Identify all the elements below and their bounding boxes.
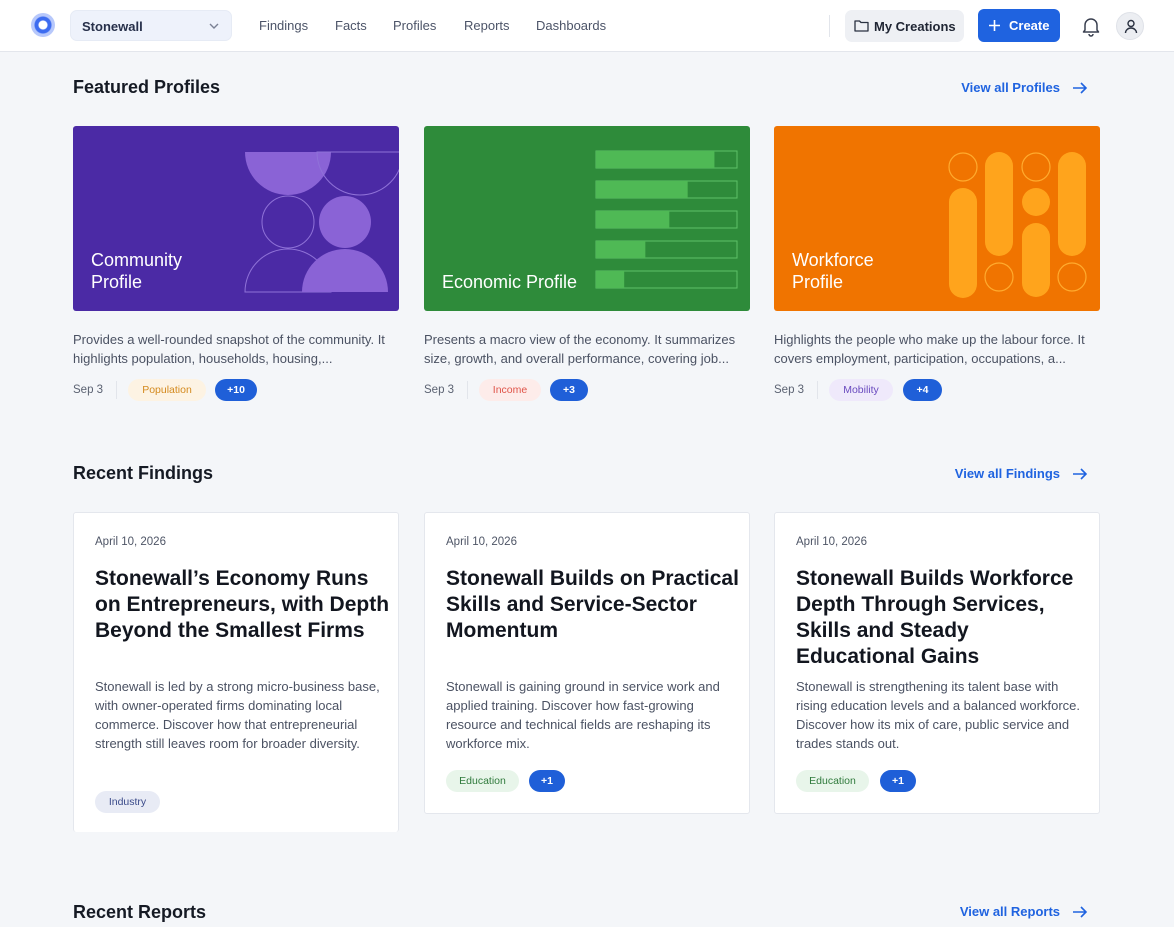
chevron-down-icon <box>209 23 219 29</box>
tag-count-badge[interactable]: +10 <box>215 379 257 401</box>
recent-findings-heading: Recent Findings <box>73 463 214 483</box>
workforce-profile-meta: Sep 3 Mobility +4 <box>774 379 1100 401</box>
tag-count-badge[interactable]: +1 <box>880 770 916 792</box>
arrow-right-icon <box>1073 81 1088 94</box>
tag-count-badge[interactable]: +3 <box>550 379 588 401</box>
finding-body: Stonewall is gaining ground in service w… <box>446 679 720 751</box>
profile-date: Sep 3 <box>424 384 455 396</box>
profile-card-economic[interactable]: Economic Profile Presents a macro view o… <box>424 126 750 401</box>
top-navigation-bar: Stonewall Findings Facts Profiles Report… <box>0 0 1174 52</box>
user-avatar[interactable] <box>1116 12 1144 40</box>
profile-card-community[interactable]: Community Profile Provides a well-rounde… <box>73 126 399 401</box>
create-button[interactable]: Create <box>978 9 1060 42</box>
featured-profiles-heading: Featured Profiles <box>73 77 221 97</box>
my-creations-label: My Creations <box>874 19 956 34</box>
economic-profile-title: Economic Profile <box>442 272 578 292</box>
finding-date: April 10, 2026 <box>446 536 517 548</box>
finding-title: Stonewall’s Economy Runs on Entrepreneur… <box>95 567 390 642</box>
economic-bar-fill <box>596 271 625 288</box>
nav-dashboards[interactable]: Dashboards <box>536 18 606 33</box>
finding-card[interactable]: April 10, 2026 Stonewall Builds on Pract… <box>424 512 750 814</box>
view-all-findings-link[interactable]: View all Findings <box>955 466 1088 481</box>
finding-card[interactable]: April 10, 2026 Stonewall’s Economy Runs … <box>73 512 399 832</box>
economic-profile-description: Presents a macro view of the economy. It… <box>424 332 736 366</box>
nav-profiles[interactable]: Profiles <box>393 18 436 33</box>
workforce-profile-title: Workforce Profile <box>792 250 874 292</box>
organization-name: Stonewall <box>82 19 143 34</box>
finding-body: Stonewall is led by a strong micro-busin… <box>95 679 380 751</box>
finding-date: April 10, 2026 <box>95 536 166 548</box>
view-all-profiles-label: View all Profiles <box>961 80 1060 95</box>
community-profile-description: Provides a well-rounded snapshot of the … <box>73 332 385 366</box>
community-profile-title: Community Profile <box>91 250 183 292</box>
workforce-profile-description: Highlights the people who make up the la… <box>774 332 1085 366</box>
profile-date: Sep 3 <box>774 384 805 396</box>
arrow-right-icon <box>1073 467 1088 480</box>
finding-date: April 10, 2026 <box>796 536 867 548</box>
finding-title: Stonewall Builds Workforce Depth Through… <box>796 567 1074 668</box>
logo-icon[interactable] <box>31 13 55 37</box>
nav-facts[interactable]: Facts <box>335 18 367 33</box>
my-creations-button[interactable]: My Creations <box>845 10 964 42</box>
create-label: Create <box>1009 18 1050 33</box>
profile-card-workforce[interactable]: Workforce Profile Highlights the people … <box>774 126 1100 401</box>
finding-card[interactable]: April 10, 2026 Stonewall Builds Workforc… <box>774 512 1100 814</box>
economic-profile-meta: Sep 3 Income +3 <box>424 379 750 401</box>
user-icon <box>1124 19 1138 34</box>
view-all-reports-link[interactable]: View all Reports <box>960 904 1088 919</box>
view-all-profiles-link[interactable]: View all Profiles <box>961 80 1088 95</box>
finding-body: Stonewall is strengthening its talent ba… <box>796 679 1081 751</box>
bell-icon[interactable] <box>1080 15 1102 37</box>
workforce-profile-banner: Workforce Profile <box>774 126 1100 311</box>
economic-bar-fill <box>596 181 688 198</box>
tag-population[interactable]: Population <box>128 379 206 401</box>
tag-count-badge[interactable]: +4 <box>903 379 942 401</box>
community-profile-meta: Sep 3 Population +10 <box>73 379 399 401</box>
economic-bar-fill <box>596 151 715 168</box>
meta-divider <box>467 381 468 399</box>
tag-education[interactable]: Education <box>446 770 519 792</box>
tag-education[interactable]: Education <box>796 770 869 792</box>
meta-divider <box>116 381 117 399</box>
tag-industry[interactable]: Industry <box>95 791 160 813</box>
folder-icon <box>854 20 869 32</box>
tag-mobility[interactable]: Mobility <box>829 379 893 401</box>
recent-reports-heading: Recent Reports <box>73 902 207 922</box>
economic-bar-fill <box>596 241 646 258</box>
meta-divider <box>817 381 818 399</box>
community-profile-banner: Community Profile <box>73 126 399 311</box>
view-all-reports-label: View all Reports <box>959 904 1060 919</box>
economic-profile-banner: Economic Profile <box>424 126 750 311</box>
finding-title: Stonewall Builds on Practical Skills and… <box>446 567 739 642</box>
nav-findings[interactable]: Findings <box>259 18 308 33</box>
nav-reports[interactable]: Reports <box>464 18 510 33</box>
view-all-findings-label: View all Findings <box>954 466 1060 481</box>
profile-date: Sep 3 <box>73 384 104 396</box>
plus-icon <box>989 20 1000 31</box>
tag-income[interactable]: Income <box>479 379 541 401</box>
organization-selector[interactable]: Stonewall <box>70 10 232 41</box>
header-divider <box>829 15 830 37</box>
economic-bar-fill <box>596 211 670 228</box>
tag-count-badge[interactable]: +1 <box>529 770 565 792</box>
arrow-right-icon <box>1073 905 1088 918</box>
